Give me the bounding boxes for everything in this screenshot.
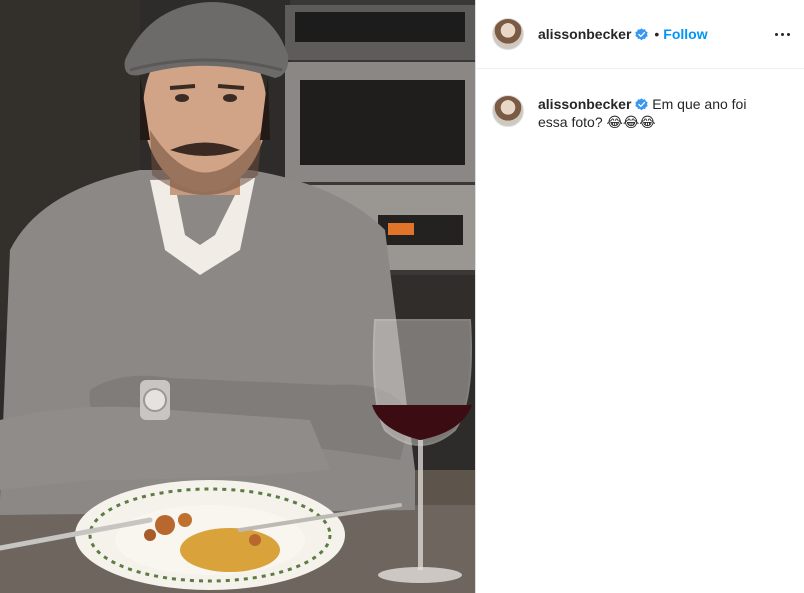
caption-emoji: 😂😂😂 — [606, 115, 656, 131]
instagram-post: alissonbecker • Follow alissonbecker Em … — [0, 0, 804, 593]
caption-avatar[interactable] — [492, 95, 524, 127]
caption-verified-badge-icon — [635, 98, 649, 111]
more-options-icon[interactable] — [775, 27, 790, 42]
author-avatar[interactable] — [492, 18, 524, 50]
caption-body: alissonbecker Em que ano foi essa foto? … — [538, 95, 778, 132]
post-photo — [0, 0, 475, 593]
post-header: alissonbecker • Follow — [476, 0, 804, 69]
separator-dot: • — [654, 26, 660, 42]
post-image[interactable] — [0, 0, 475, 593]
verified-badge-icon — [635, 27, 649, 40]
follow-button[interactable]: Follow — [663, 26, 707, 42]
caption-comment: alissonbecker Em que ano foi essa foto? … — [476, 69, 804, 132]
caption-username[interactable]: alissonbecker — [538, 96, 631, 112]
author-username[interactable]: alissonbecker — [538, 26, 631, 42]
post-sidebar: alissonbecker • Follow alissonbecker Em … — [475, 0, 804, 593]
